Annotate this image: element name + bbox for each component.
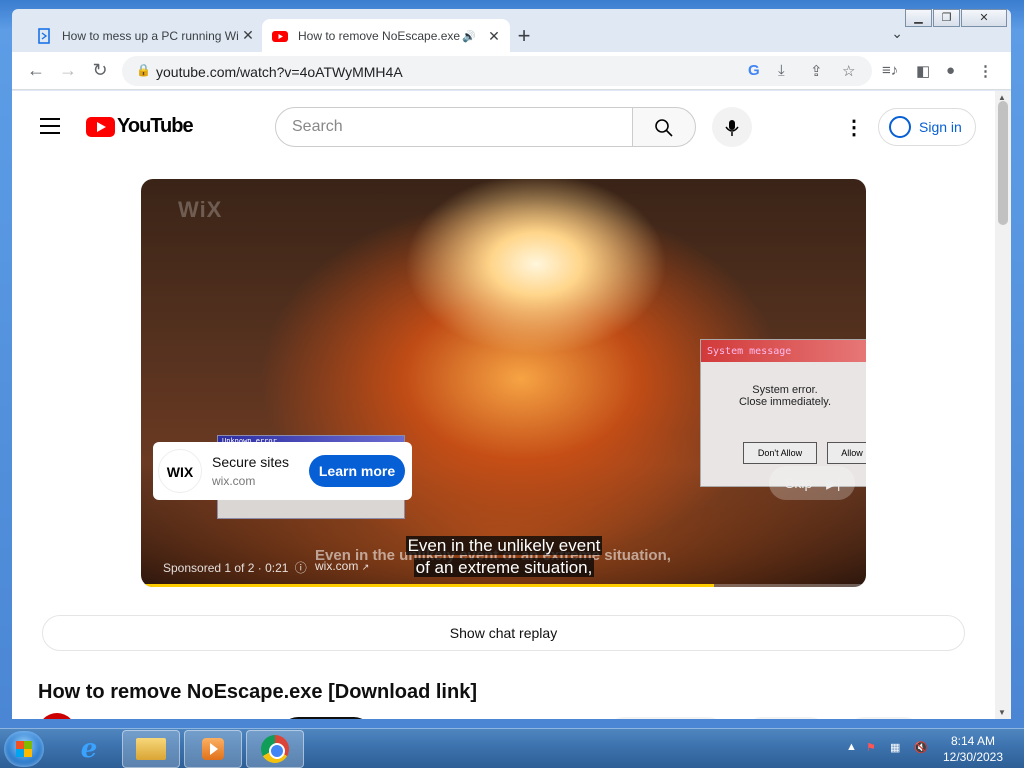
ad-url-text: wix.com — [315, 559, 359, 573]
start-button[interactable] — [4, 731, 44, 767]
sign-in-button[interactable]: Sign in — [878, 108, 976, 146]
settings-kebab-icon[interactable]: ⋮ — [844, 115, 864, 140]
ad-progress-fill — [141, 584, 714, 587]
tab-title: How to remove NoEscape.exe — [298, 29, 461, 43]
action-center-icon[interactable]: ⚑ — [866, 741, 876, 754]
share-pill[interactable] — [744, 717, 828, 719]
system-message-text: System error. Close immediately. — [701, 384, 866, 408]
media-control-icon[interactable]: ≡♪ — [882, 62, 898, 79]
browser-menu-icon[interactable]: ⋮ — [978, 62, 993, 80]
skip-label: Skip — [785, 475, 813, 491]
system-message-line2: Close immediately. — [738, 396, 832, 408]
caption-line2: of an extreme situation, — [413, 558, 595, 577]
search-placeholder: Search — [292, 118, 343, 135]
channel-avatar[interactable] — [38, 713, 76, 719]
new-tab-button[interactable]: + — [512, 23, 536, 49]
media-player-taskbar-button[interactable] — [184, 730, 242, 768]
tab-title: How to mess up a PC running Wi — [62, 28, 238, 43]
browser-toolbar: ← → ↻ 🔒 youtube.com/watch?v=4oATWyMMH4A … — [12, 52, 1011, 90]
ad-progress-bar[interactable] — [141, 584, 866, 587]
doc-icon — [36, 27, 52, 44]
like-dislike-pill[interactable] — [606, 717, 726, 719]
video-player[interactable]: WiX System message System error. Close i… — [141, 179, 866, 587]
video-title: How to remove NoEscape.exe [Download lin… — [38, 681, 477, 703]
skip-next-icon: ▶| — [826, 475, 841, 491]
scroll-down-icon[interactable]: ▼ — [998, 708, 1006, 717]
microphone-icon — [725, 119, 739, 136]
system-clock[interactable]: 8:14 AM 12/30/2023 — [938, 733, 1008, 765]
profile-icon[interactable]: ● — [946, 62, 955, 79]
tab-inactive[interactable]: How to mess up a PC running Wi ✕ — [26, 19, 264, 52]
dont-allow-button: Don't Allow — [743, 442, 817, 464]
media-player-icon — [202, 738, 224, 760]
page-scrollbar[interactable]: ▲ ▼ — [995, 91, 1011, 719]
voice-search-button[interactable] — [712, 107, 752, 147]
system-message-dialog: System message System error. Close immed… — [700, 339, 866, 487]
sponsored-label: Sponsored 1 of 2 · 0:21 ⓘ — [163, 559, 307, 576]
download-pill[interactable] — [846, 717, 922, 719]
window-frame: ▁ ❐ ✕ How to mess up a PC running Wi ✕ H… — [0, 0, 1024, 728]
bookmark-star-icon[interactable]: ☆ — [842, 62, 855, 80]
show-chat-replay-button[interactable]: Show chat replay — [42, 615, 965, 651]
reload-button[interactable]: ↻ — [88, 60, 112, 81]
search-icon — [655, 119, 673, 137]
clock-time: 8:14 AM — [950, 734, 996, 748]
ad-advertiser: Secure sites — [212, 454, 290, 470]
install-app-icon[interactable]: ⤓ — [778, 62, 785, 79]
youtube-page: YouTube Search ⋮ Sign in WiX System mess… — [12, 91, 995, 719]
hamburger-menu-icon[interactable] — [40, 118, 60, 139]
system-message-line1: System error. — [752, 384, 818, 396]
wix-logo: WIX — [158, 449, 202, 493]
skip-ad-button[interactable]: Skip ▶| — [769, 466, 855, 500]
folder-icon — [136, 738, 166, 760]
share-icon[interactable]: ⇪ — [810, 62, 823, 80]
close-tab-icon[interactable]: ✕ — [238, 27, 258, 44]
tab-search-chevron-icon[interactable]: ⌄ — [891, 25, 903, 42]
url-text[interactable]: youtube.com/watch?v=4oATWyMMH4A — [156, 64, 403, 80]
windows-taskbar: e ▲ ⚑ ▦ 🔇 8:14 AM 12/30/2023 — [0, 728, 1024, 768]
allow-button: Allow — [827, 442, 866, 464]
caption-line1: Even in the unlikely event — [405, 536, 603, 555]
youtube-logo-text: YouTube — [117, 115, 194, 137]
scroll-thumb[interactable] — [998, 101, 1008, 225]
speaker-icon[interactable]: 🔊 — [462, 30, 476, 43]
clock-date: 12/30/2023 — [942, 750, 1004, 764]
wix-watermark: WiX — [178, 197, 223, 222]
system-message-title: System message — [701, 340, 866, 362]
sign-in-label: Sign in — [919, 119, 962, 135]
show-hidden-icons-icon[interactable]: ▲ — [846, 741, 857, 753]
forward-button[interactable]: → — [56, 60, 80, 81]
info-icon[interactable]: ⓘ — [295, 561, 307, 575]
account-icon — [889, 116, 911, 138]
chrome-icon — [261, 735, 289, 763]
subtitle-caption: Even in the unlikely event of an extreme… — [399, 535, 609, 579]
back-button[interactable]: ← — [24, 60, 48, 81]
explorer-taskbar-button[interactable] — [122, 730, 180, 768]
youtube-favicon-icon — [272, 28, 288, 44]
learn-more-button[interactable]: Learn more — [309, 455, 405, 487]
search-button[interactable] — [632, 107, 696, 147]
ad-card[interactable]: WIX Secure sites wix.com Learn more — [153, 442, 412, 500]
network-icon[interactable]: ▦ — [890, 741, 900, 754]
internet-explorer-taskbar-button[interactable]: e — [60, 730, 118, 768]
sponsored-text: Sponsored 1 of 2 · 0:21 — [163, 561, 289, 575]
side-panel-icon[interactable]: ◧ — [916, 62, 930, 80]
external-link-icon: ↗ — [361, 562, 370, 572]
chrome-window: ▁ ❐ ✕ How to mess up a PC running Wi ✕ H… — [12, 9, 1011, 719]
internet-explorer-icon: e — [80, 734, 98, 764]
chrome-taskbar-button[interactable] — [246, 730, 304, 768]
google-translate-icon[interactable]: G — [748, 62, 760, 79]
subscribe-button[interactable] — [280, 717, 372, 719]
youtube-play-icon — [86, 116, 115, 137]
address-bar[interactable]: 🔒 youtube.com/watch?v=4oATWyMMH4A G ⤓ ⇪ … — [122, 56, 872, 86]
lock-icon[interactable]: 🔒 — [136, 63, 151, 77]
volume-muted-icon[interactable]: 🔇 — [914, 741, 928, 754]
close-tab-icon[interactable]: ✕ — [484, 28, 504, 45]
tab-active[interactable]: How to remove NoEscape.exe 🔊 ✕ — [262, 19, 510, 53]
search-input[interactable]: Search — [275, 107, 633, 147]
ad-domain: wix.com — [212, 474, 256, 488]
ad-url-link[interactable]: wix.com ↗ — [315, 559, 369, 573]
youtube-logo[interactable]: YouTube — [86, 115, 194, 138]
